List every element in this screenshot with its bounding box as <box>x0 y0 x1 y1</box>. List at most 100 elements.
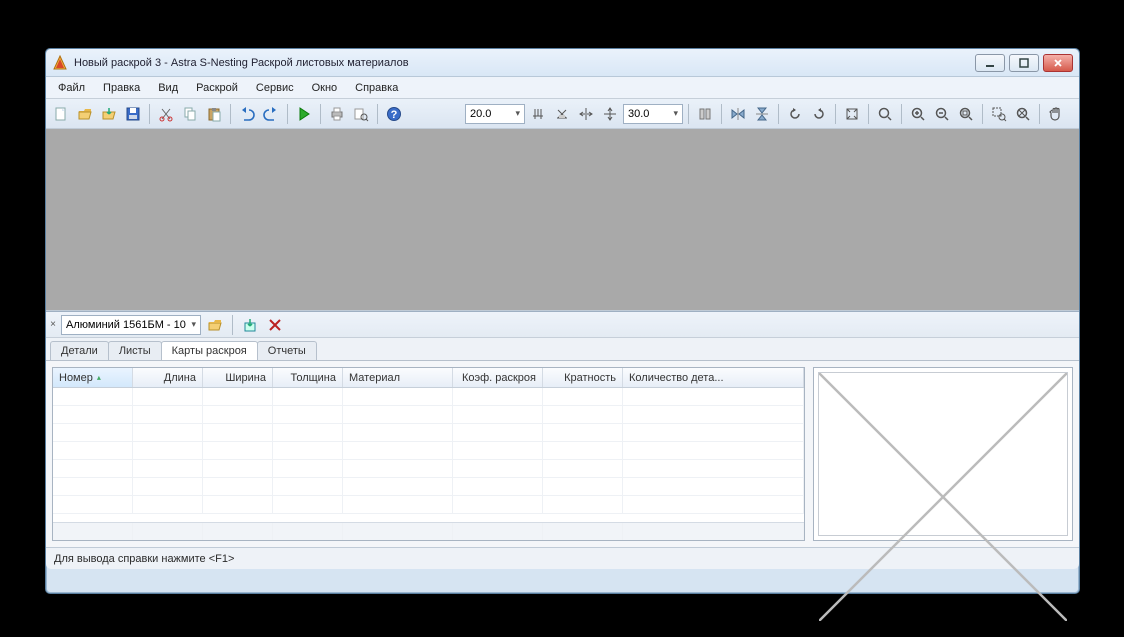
panel-tabs: Детали Листы Карты раскроя Отчеты <box>46 338 1079 360</box>
rotate-ccw-icon[interactable] <box>784 103 806 125</box>
copy-icon[interactable] <box>179 103 201 125</box>
save-icon[interactable] <box>122 103 144 125</box>
grid-header: Номер Длина Ширина Толщина Материал Коэф… <box>53 368 804 388</box>
pan-icon[interactable] <box>1045 103 1067 125</box>
toolbar: ? 20.0 30.0 <box>46 99 1079 129</box>
mirror-h-icon[interactable] <box>727 103 749 125</box>
menu-nesting[interactable]: Раскрой <box>188 80 246 96</box>
col-number[interactable]: Номер <box>53 368 133 387</box>
data-grid[interactable]: Номер Длина Ширина Толщина Материал Коэф… <box>52 367 805 541</box>
grid-row[interactable] <box>53 406 804 424</box>
separator <box>320 104 321 124</box>
mirror-v-icon[interactable] <box>751 103 773 125</box>
menu-service[interactable]: Сервис <box>248 80 302 96</box>
zoom-out-icon[interactable] <box>931 103 953 125</box>
material-combo[interactable]: Алюминий 1561БМ - 10 <box>61 315 201 335</box>
bottom-panel: × Алюминий 1561БМ - 10 Детали Листы Карт… <box>46 311 1079 547</box>
tab-reports[interactable]: Отчеты <box>257 341 317 360</box>
panel-delete-icon[interactable] <box>264 314 286 336</box>
zoom-all-icon[interactable] <box>1012 103 1034 125</box>
separator <box>721 104 722 124</box>
col-thickness[interactable]: Толщина <box>273 368 343 387</box>
material-browse-icon[interactable] <box>204 314 226 336</box>
fit-icon[interactable] <box>841 103 863 125</box>
col-coef[interactable]: Коэф. раскроя <box>453 368 543 387</box>
separator <box>232 315 233 335</box>
grid-row[interactable] <box>53 496 804 514</box>
separator <box>868 104 869 124</box>
separator <box>287 104 288 124</box>
panel-import-icon[interactable] <box>239 314 261 336</box>
undo-icon[interactable] <box>236 103 258 125</box>
preview-placeholder <box>818 372 1068 536</box>
svg-text:?: ? <box>391 109 398 121</box>
toolbar-field-1[interactable]: 20.0 <box>465 104 525 124</box>
grid-row[interactable] <box>53 388 804 406</box>
zoom-icon[interactable] <box>874 103 896 125</box>
help-icon[interactable]: ? <box>383 103 405 125</box>
separator <box>778 104 779 124</box>
zoom-fit-icon[interactable] <box>955 103 977 125</box>
snap-tool-icon-3[interactable] <box>575 103 597 125</box>
cut-icon[interactable] <box>155 103 177 125</box>
menu-edit[interactable]: Правка <box>95 80 148 96</box>
snap-tool-icon-1[interactable] <box>527 103 549 125</box>
separator <box>1039 104 1040 124</box>
import-icon[interactable] <box>98 103 120 125</box>
new-icon[interactable] <box>50 103 72 125</box>
tab-nesting-maps[interactable]: Карты раскроя <box>161 341 258 360</box>
grid-rows <box>53 388 804 522</box>
separator <box>901 104 902 124</box>
window-buttons <box>975 54 1073 72</box>
align-tool-icon-1[interactable] <box>694 103 716 125</box>
print-icon[interactable] <box>326 103 348 125</box>
grid-row[interactable] <box>53 460 804 478</box>
toolbar-field-2[interactable]: 30.0 <box>623 104 683 124</box>
tab-sheets[interactable]: Листы <box>108 341 162 360</box>
col-material[interactable]: Материал <box>343 368 453 387</box>
separator <box>688 104 689 124</box>
app-window: Новый раскрой 3 - Astra S-Nesting Раскро… <box>45 48 1080 594</box>
separator <box>835 104 836 124</box>
panel-body: Номер Длина Ширина Толщина Материал Коэф… <box>46 360 1079 547</box>
menu-file[interactable]: Файл <box>50 80 93 96</box>
window-title: Новый раскрой 3 - Astra S-Nesting Раскро… <box>74 57 975 69</box>
snap-tool-icon-4[interactable] <box>599 103 621 125</box>
menu-help[interactable]: Справка <box>347 80 406 96</box>
grid-footer <box>53 522 804 540</box>
panel-toolbar: × Алюминий 1561БМ - 10 <box>46 312 1079 338</box>
rotate-cw-icon[interactable] <box>808 103 830 125</box>
snap-tool-icon-2[interactable] <box>551 103 573 125</box>
grid-row[interactable] <box>53 424 804 442</box>
app-icon <box>52 55 68 71</box>
zoom-in-icon[interactable] <box>907 103 929 125</box>
close-button[interactable] <box>1043 54 1073 72</box>
col-width[interactable]: Ширина <box>203 368 273 387</box>
paste-icon[interactable] <box>203 103 225 125</box>
redo-icon[interactable] <box>260 103 282 125</box>
titlebar: Новый раскрой 3 - Astra S-Nesting Раскро… <box>46 49 1079 77</box>
preview-pane <box>813 367 1073 541</box>
minimize-button[interactable] <box>975 54 1005 72</box>
zoom-selection-icon[interactable] <box>988 103 1010 125</box>
col-mult[interactable]: Кратность <box>543 368 623 387</box>
status-text: Для вывода справки нажмите <F1> <box>54 553 234 565</box>
panel-close-icon[interactable]: × <box>48 319 58 330</box>
run-icon[interactable] <box>293 103 315 125</box>
menu-bar: Файл Правка Вид Раскрой Сервис Окно Спра… <box>46 77 1079 99</box>
menu-window[interactable]: Окно <box>304 80 346 96</box>
separator <box>149 104 150 124</box>
tab-details[interactable]: Детали <box>50 341 109 360</box>
separator <box>377 104 378 124</box>
grid-row[interactable] <box>53 478 804 496</box>
col-count[interactable]: Количество дета... <box>623 368 804 387</box>
maximize-button[interactable] <box>1009 54 1039 72</box>
col-length[interactable]: Длина <box>133 368 203 387</box>
print-preview-icon[interactable] <box>350 103 372 125</box>
open-icon[interactable] <box>74 103 96 125</box>
separator <box>230 104 231 124</box>
workspace[interactable] <box>46 129 1079 311</box>
menu-view[interactable]: Вид <box>150 80 186 96</box>
separator <box>982 104 983 124</box>
grid-row[interactable] <box>53 442 804 460</box>
